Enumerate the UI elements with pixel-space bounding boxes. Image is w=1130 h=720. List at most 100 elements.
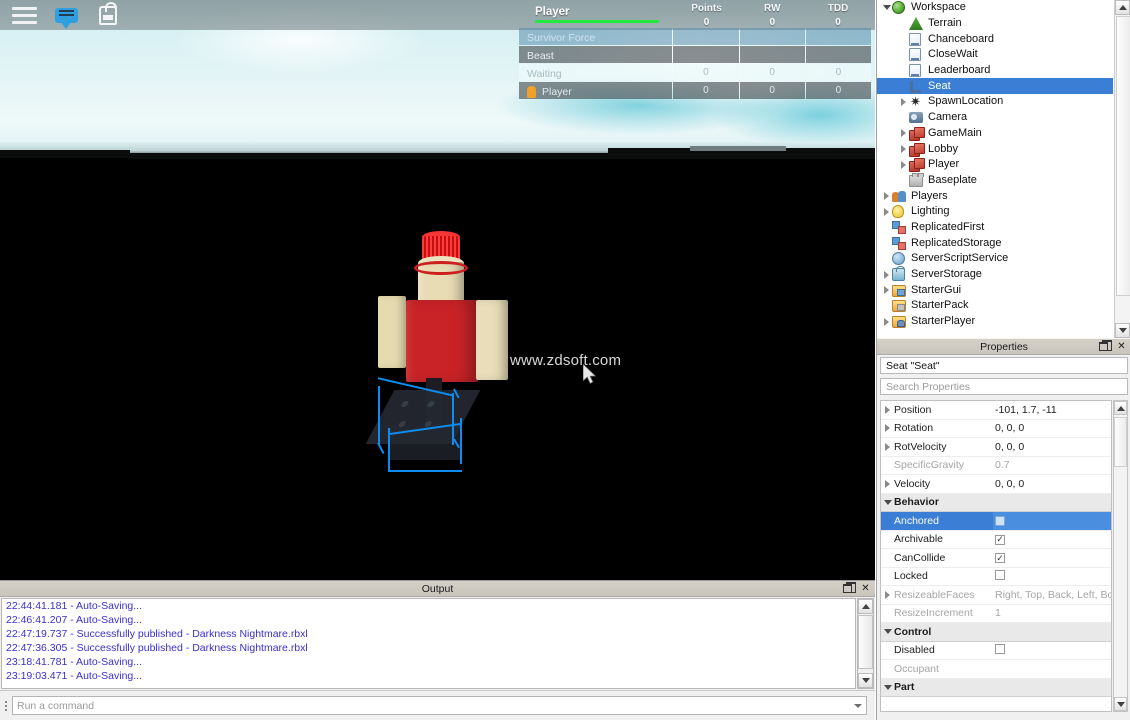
chevron-right-icon[interactable] (881, 479, 894, 488)
property-value[interactable]: 0, 0, 0 (993, 478, 1111, 490)
explorer-item-replicatedfirst[interactable]: ReplicatedFirst (877, 220, 1113, 236)
explorer-item-replicatedstorage[interactable]: ReplicatedStorage (877, 235, 1113, 251)
property-row[interactable]: SpecificGravity 0.7 (881, 457, 1111, 475)
chevron-down-icon[interactable] (881, 499, 894, 505)
checkbox-unchecked-icon[interactable] (995, 515, 1005, 526)
property-row[interactable]: Anchored (881, 512, 1111, 531)
scroll-up-arrow[interactable] (1115, 0, 1130, 15)
chevron-right-icon[interactable] (881, 206, 892, 217)
chevron-right-icon[interactable] (881, 442, 894, 451)
property-row[interactable]: Position -101, 1.7, -11 (881, 401, 1111, 420)
explorer-item-starterplayer[interactable]: StarterPlayer (877, 314, 1113, 330)
property-row[interactable]: Archivable ✓ (881, 531, 1111, 549)
chevron-right-icon[interactable] (881, 590, 894, 599)
explorer-panel[interactable]: Workspace Terrain Chanceboard CloseWait Lead… (877, 0, 1130, 338)
chat-button[interactable] (52, 2, 80, 29)
property-row[interactable]: RotVelocity 0, 0, 0 (881, 438, 1111, 457)
explorer-item-serverscriptservice[interactable]: ServerScriptService (877, 251, 1113, 267)
search-properties-input[interactable]: Search Properties (880, 378, 1128, 395)
close-icon[interactable]: ✕ (1116, 340, 1127, 352)
scroll-down-arrow[interactable] (858, 673, 873, 688)
restore-window-icon[interactable] (842, 581, 856, 594)
chevron-down-icon[interactable] (854, 703, 862, 708)
explorer-item-player[interactable]: Player (877, 157, 1113, 173)
chevron-right-icon[interactable] (898, 96, 909, 107)
property-value[interactable]: 0, 0, 0 (993, 422, 1111, 434)
property-category-row[interactable]: Part (881, 678, 1111, 697)
explorer-item-startergui[interactable]: StarterGui (877, 282, 1113, 298)
explorer-item-serverstorage[interactable]: ServerStorage (877, 266, 1113, 283)
property-row[interactable]: Occupant (881, 660, 1111, 679)
scrollbar-thumb[interactable] (1116, 16, 1130, 296)
explorer-item-baseplate[interactable]: Baseplate (877, 172, 1113, 189)
property-value[interactable] (993, 512, 1111, 530)
chevron-right-icon[interactable] (898, 144, 909, 155)
property-row[interactable]: Velocity 0, 0, 0 (881, 475, 1111, 494)
chevron-right-icon[interactable] (898, 128, 909, 139)
close-icon[interactable]: ✕ (860, 582, 871, 594)
property-value[interactable]: Right, Top, Back, Left, Bot... (993, 589, 1111, 601)
game-viewport[interactable]: Player Points 0 RW 0 TDD 0 Survivor Forc… (0, 0, 875, 580)
property-row[interactable]: Disabled (881, 642, 1111, 660)
property-row[interactable]: ResizeableFaces Right, Top, Back, Left, B… (881, 586, 1111, 605)
explorer-item-gamemain[interactable]: GameMain (877, 126, 1113, 142)
property-value[interactable]: 1 (993, 607, 1111, 619)
explorer-item-chanceboard[interactable]: Chanceboard (877, 31, 1113, 47)
output-log[interactable]: 22:44:41.181 - Auto-Saving... 22:46:41.2… (1, 598, 856, 689)
explorer-item-camera[interactable]: Camera (877, 110, 1113, 126)
chevron-right-icon[interactable] (881, 285, 892, 296)
explorer-item-lobby[interactable]: Lobby (877, 141, 1113, 157)
command-input[interactable]: Run a command (12, 696, 867, 715)
property-value[interactable]: ✓ (993, 533, 1111, 545)
property-value[interactable]: ✓ (993, 552, 1111, 564)
scroll-down-arrow[interactable] (1114, 697, 1127, 711)
properties-scrollbar[interactable] (1113, 400, 1128, 712)
chevron-down-icon[interactable] (881, 684, 894, 690)
explorer-item-starterpack[interactable]: StarterPack (877, 298, 1113, 314)
chevron-right-icon[interactable] (881, 424, 894, 433)
output-scrollbar[interactable] (857, 598, 874, 689)
chevron-right-icon[interactable] (881, 316, 892, 327)
explorer-item-leaderboard[interactable]: Leaderboard (877, 63, 1113, 79)
explorer-item-seat[interactable]: Seat (877, 78, 1113, 95)
property-category-row[interactable]: Control (881, 623, 1111, 642)
property-value[interactable] (993, 569, 1111, 583)
property-row[interactable]: ResizeIncrement 1 (881, 605, 1111, 623)
restore-window-icon[interactable] (1098, 339, 1112, 352)
explorer-item-players[interactable]: Players (877, 188, 1113, 204)
scroll-up-arrow[interactable] (1114, 401, 1127, 415)
checkbox-unchecked-icon[interactable] (995, 569, 1005, 580)
drag-grip-icon[interactable] (0, 697, 12, 715)
explorer-item-closewait[interactable]: CloseWait (877, 47, 1113, 63)
explorer-item-lighting[interactable]: Lighting (877, 204, 1113, 220)
checkbox-checked-icon[interactable]: ✓ (995, 553, 1005, 564)
checkbox-unchecked-icon[interactable] (995, 643, 1005, 654)
property-value[interactable]: 0, 0, 0 (993, 441, 1111, 453)
seat-part-top[interactable] (365, 390, 481, 444)
explorer-scrollbar[interactable] (1114, 0, 1130, 338)
chevron-down-icon[interactable] (881, 629, 894, 635)
explorer-item-spawnlocation[interactable]: ✷ SpawnLocation (877, 94, 1113, 110)
backpack-button[interactable] (94, 1, 122, 28)
checkbox-checked-icon[interactable]: ✓ (995, 534, 1005, 545)
character-model[interactable] (365, 231, 570, 508)
chevron-down-icon[interactable] (881, 2, 892, 13)
scrollbar-thumb[interactable] (858, 615, 873, 669)
scroll-down-arrow[interactable] (1115, 323, 1130, 338)
scrollbar-thumb[interactable] (1114, 417, 1127, 467)
property-row[interactable]: CanCollide ✓ (881, 549, 1111, 568)
chevron-right-icon[interactable] (881, 191, 892, 202)
chevron-right-icon[interactable] (898, 159, 909, 170)
explorer-item-terrain[interactable]: Terrain (877, 16, 1113, 32)
property-row[interactable]: Rotation 0, 0, 0 (881, 420, 1111, 438)
property-row[interactable]: Locked (881, 568, 1111, 586)
scroll-up-arrow[interactable] (858, 599, 873, 614)
menu-button[interactable] (10, 2, 38, 28)
explorer-item-workspace[interactable]: Workspace (877, 0, 1113, 16)
property-value[interactable]: 0.7 (993, 459, 1111, 471)
chevron-right-icon[interactable] (881, 269, 892, 280)
property-value[interactable] (993, 643, 1111, 657)
chevron-right-icon[interactable] (881, 405, 894, 414)
property-category-row[interactable]: Behavior (881, 493, 1111, 512)
property-value[interactable]: -101, 1.7, -11 (993, 404, 1111, 416)
